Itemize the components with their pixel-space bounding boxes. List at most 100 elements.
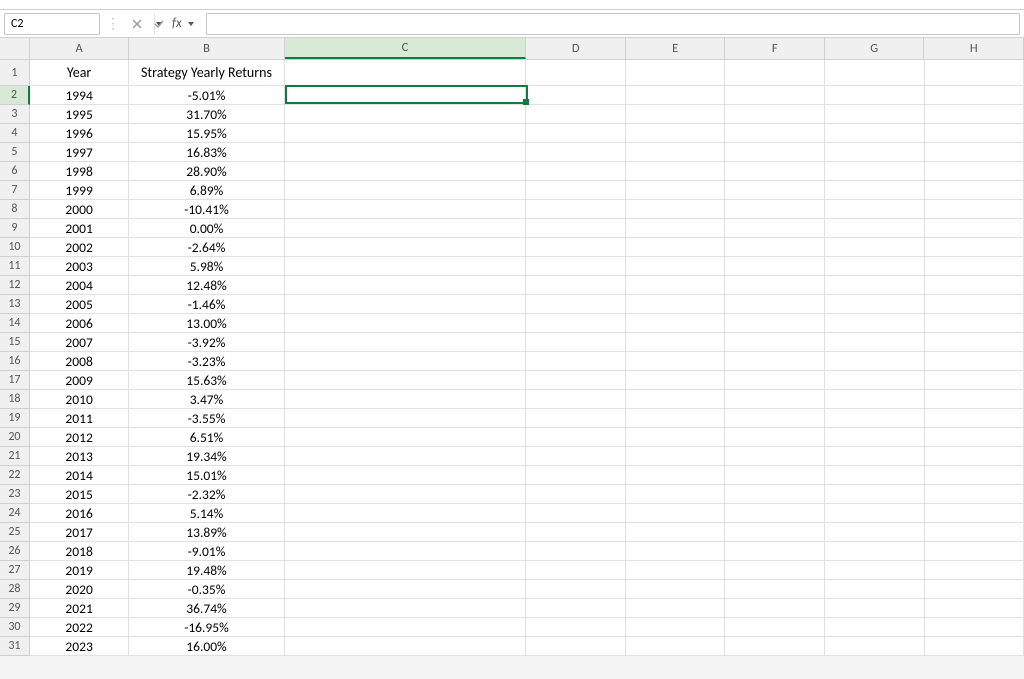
cell-C31[interactable] [285,637,527,656]
cell-H21[interactable] [925,447,1024,466]
cell-B2[interactable]: -5.01% [129,86,284,105]
column-header-H[interactable]: H [924,38,1024,59]
row-header-21[interactable]: 21 [0,447,30,466]
cell-G21[interactable] [825,447,925,466]
cell-H6[interactable] [925,162,1024,181]
cell-A25[interactable]: 2017 [30,523,130,542]
cell-B9[interactable]: 0.00% [129,219,284,238]
cell-A7[interactable]: 1999 [30,181,130,200]
cell-E22[interactable] [626,466,726,485]
cell-H4[interactable] [925,124,1024,143]
cell-C10[interactable] [285,238,527,257]
cell-B3[interactable]: 31.70% [129,105,284,124]
row-header-1[interactable]: 1 [0,60,30,86]
cell-B8[interactable]: -10.41% [129,200,284,219]
cell-F31[interactable] [725,637,825,656]
cell-D30[interactable] [526,618,626,637]
row-header-15[interactable]: 15 [0,333,30,352]
cell-G14[interactable] [825,314,925,333]
row-header-20[interactable]: 20 [0,428,30,447]
cell-G4[interactable] [825,124,925,143]
cell-B29[interactable]: 36.74% [129,599,284,618]
cell-E5[interactable] [626,143,726,162]
cell-A26[interactable]: 2018 [30,542,130,561]
cell-F25[interactable] [725,523,825,542]
cell-F11[interactable] [725,257,825,276]
cell-H9[interactable] [925,219,1024,238]
cell-E3[interactable] [626,105,726,124]
row-header-27[interactable]: 27 [0,561,30,580]
row-header-8[interactable]: 8 [0,200,30,219]
cell-H25[interactable] [925,523,1024,542]
cell-E31[interactable] [626,637,726,656]
cell-C8[interactable] [285,200,527,219]
cell-A5[interactable]: 1997 [30,143,130,162]
cell-B19[interactable]: -3.55% [129,409,284,428]
cell-B24[interactable]: 5.14% [129,504,284,523]
cell-G7[interactable] [825,181,925,200]
cell-B13[interactable]: -1.46% [129,295,284,314]
cell-F17[interactable] [725,371,825,390]
cell-A10[interactable]: 2002 [30,238,130,257]
cell-C18[interactable] [285,390,527,409]
cell-G24[interactable] [825,504,925,523]
cell-E8[interactable] [626,200,726,219]
cell-G22[interactable] [825,466,925,485]
cell-B23[interactable]: -2.32% [129,485,284,504]
cell-G13[interactable] [825,295,925,314]
cell-B4[interactable]: 15.95% [129,124,284,143]
cell-B14[interactable]: 13.00% [129,314,284,333]
name-box[interactable] [4,13,100,35]
cell-C16[interactable] [285,352,527,371]
cell-B17[interactable]: 15.63% [129,371,284,390]
cell-D28[interactable] [526,580,626,599]
cell-E18[interactable] [626,390,726,409]
spreadsheet-grid[interactable]: ABCDEFGH 1YearStrategy Yearly Returns219… [0,38,1024,656]
cell-C23[interactable] [285,485,527,504]
row-header-5[interactable]: 5 [0,143,30,162]
cell-E14[interactable] [626,314,726,333]
cell-F9[interactable] [725,219,825,238]
cell-H5[interactable] [925,143,1024,162]
cell-C30[interactable] [285,618,527,637]
row-header-16[interactable]: 16 [0,352,30,371]
cell-G8[interactable] [825,200,925,219]
cell-F2[interactable] [725,86,825,105]
cell-G27[interactable] [825,561,925,580]
cell-F8[interactable] [725,200,825,219]
cell-F22[interactable] [725,466,825,485]
cell-C7[interactable] [285,181,527,200]
cell-F15[interactable] [725,333,825,352]
cell-A3[interactable]: 1995 [30,105,130,124]
cell-B18[interactable]: 3.47% [129,390,284,409]
cell-D7[interactable] [526,181,626,200]
cell-A21[interactable]: 2013 [30,447,130,466]
cell-A11[interactable]: 2003 [30,257,130,276]
cell-A24[interactable]: 2016 [30,504,130,523]
row-header-30[interactable]: 30 [0,618,30,637]
fx-label[interactable]: fx [170,16,184,31]
cell-F26[interactable] [725,542,825,561]
cell-H23[interactable] [925,485,1024,504]
cell-A9[interactable]: 2001 [30,219,130,238]
cell-H14[interactable] [925,314,1024,333]
cell-E17[interactable] [626,371,726,390]
cell-D22[interactable] [526,466,626,485]
row-header-23[interactable]: 23 [0,485,30,504]
cell-A22[interactable]: 2014 [30,466,130,485]
cell-D1[interactable] [526,60,626,86]
cell-E27[interactable] [626,561,726,580]
row-header-19[interactable]: 19 [0,409,30,428]
cell-D17[interactable] [526,371,626,390]
cell-A30[interactable]: 2022 [30,618,130,637]
cell-F29[interactable] [725,599,825,618]
cell-A8[interactable]: 2000 [30,200,130,219]
cell-G28[interactable] [825,580,925,599]
cell-B21[interactable]: 19.34% [129,447,284,466]
cell-G1[interactable] [825,60,925,86]
cell-E13[interactable] [626,295,726,314]
cell-D13[interactable] [526,295,626,314]
cell-G25[interactable] [825,523,925,542]
cell-F10[interactable] [725,238,825,257]
cell-E23[interactable] [626,485,726,504]
